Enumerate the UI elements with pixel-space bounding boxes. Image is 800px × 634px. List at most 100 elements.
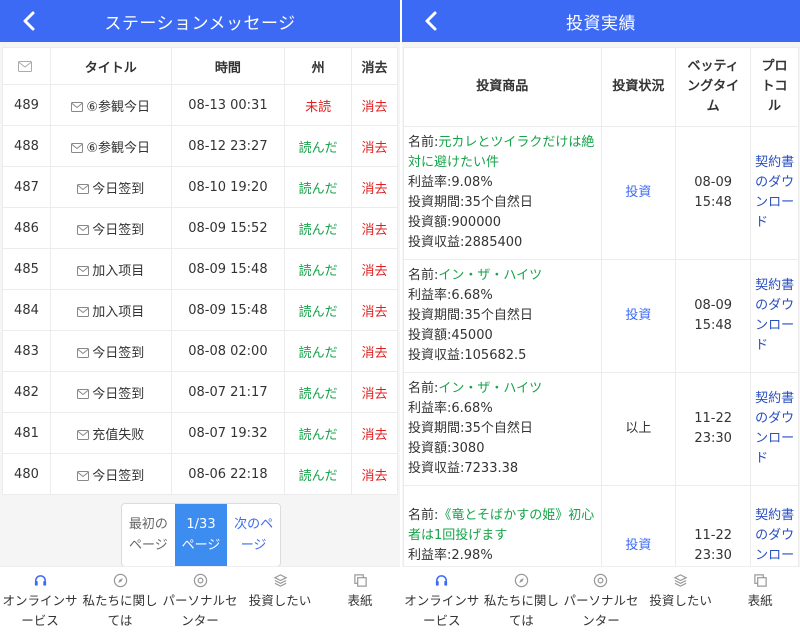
product-name: イン・ザ・ハイツ [438,268,543,283]
headset-icon [0,573,80,591]
tab-home[interactable]: 表紙 [720,567,800,634]
table-header: 投資商品 投資状況 ベッティングタイム プロトコル [403,47,799,127]
message-title-text: 今日签到 [92,222,145,238]
copy-icon [720,573,800,591]
tab-online-service[interactable]: オンラインサービス [0,567,80,634]
table-row[interactable]: 488 ⑥参観今日 08-12 23:27 読んだ 消去 [2,125,398,167]
investment-income: 投資収益:105682.5 [408,348,527,363]
tab-label: 投資したい [649,593,712,608]
compass-icon [80,573,160,591]
betting-date: 08-09 [694,175,733,190]
state-column-header: 投資状況 [600,47,677,127]
betting-clock: 15:48 [694,195,732,210]
status-badge: 読んだ [284,207,353,249]
profit-rate: 利益率:9.08% [408,175,493,190]
tab-invest[interactable]: 投資したい [641,567,721,634]
table-row[interactable]: 486 今日签到 08-09 15:52 読んだ 消去 [2,207,398,249]
tab-personal-center[interactable]: パーソナルセンター [561,567,641,634]
betting-clock: 23:30 [694,547,732,563]
message-table: タイトル 時間 州 消去 489 ⑥参観今日 08-13 00:31 未読 消去 488 ⑥… [2,47,398,495]
delete-button[interactable]: 消去 [351,84,398,126]
table-row[interactable]: 480 今日签到 08-06 22:18 読んだ 消去 [2,453,398,495]
message-id: 482 [2,371,51,413]
investment-income: 投資収益:7233.38 [408,461,519,476]
delete-button[interactable]: 消去 [351,166,398,208]
message-id: 481 [2,412,51,454]
tab-label: オンラインサービス [404,593,480,628]
product-info: 名前:イン・ザ・ハイツ 利益率:6.68% 投資期間:35个自然日 投資額:3080 投… [403,372,602,486]
tab-label: パーソナルセンター [563,593,639,628]
message-id: 484 [2,289,51,331]
product-name-label: 名前: [408,268,439,283]
status-badge: 読んだ [284,289,353,331]
message-time: 08-09 15:48 [170,248,286,290]
tab-personal-center[interactable]: パーソナルセンター [160,567,240,634]
page-title: ステーションメッセージ [104,13,296,34]
message-title[interactable]: 今日签到 [49,330,172,372]
message-title-text: ⑥参観今日 [86,99,151,115]
message-time: 08-06 22:18 [170,453,286,495]
delete-button[interactable]: 消去 [351,207,398,249]
product-name: イン・ザ・ハイツ [438,381,543,396]
investment-period: 投資期間:35个自然日 [408,195,533,210]
table-row[interactable]: 481 充值失败 08-07 19:32 読んだ 消去 [2,412,398,454]
delete-button[interactable]: 消去 [351,289,398,331]
title-column-header: タイトル [49,47,172,85]
mail-icon [77,471,90,481]
download-contract-link[interactable]: 契約書のダウンロード [750,126,799,260]
station-message-screen: ステーションメッセージ タイトル 時間 州 消去 489 ⑥参観今日 08-13 0… [0,0,400,634]
delete-button[interactable]: 消去 [351,330,398,372]
betting-time-column-header: ベッティングタイム [675,47,752,127]
table-row[interactable]: 482 今日签到 08-07 21:17 読んだ 消去 [2,371,398,413]
next-page-button[interactable]: 次のページ [227,504,280,566]
table-row[interactable]: 487 今日签到 08-10 19:20 読んだ 消去 [2,166,398,208]
table-row[interactable]: 484 加入项目 08-09 15:48 読んだ 消去 [2,289,398,331]
delete-button[interactable]: 消去 [351,248,398,290]
delete-button[interactable]: 消去 [351,371,398,413]
betting-date: 11-22 [694,527,733,543]
back-button[interactable] [18,9,42,33]
state-label[interactable]: 投資 [625,308,651,323]
tab-online-service[interactable]: オンラインサービス [402,567,482,634]
tab-home[interactable]: 表紙 [320,567,400,634]
state-label[interactable]: 投資 [625,185,651,200]
delete-button[interactable]: 消去 [351,453,398,495]
table-row[interactable]: 489 ⑥参観今日 08-13 00:31 未読 消去 [2,84,398,126]
download-contract-link[interactable]: 契約書のダウンロード [750,372,799,486]
download-contract-link[interactable]: 契約書のダウンロード [750,259,799,373]
message-title[interactable]: 今日签到 [49,453,172,495]
header: 投資実績 [402,0,800,42]
message-time: 08-13 00:31 [170,84,286,126]
back-button[interactable] [420,9,444,33]
table-row[interactable]: 483 今日签到 08-08 02:00 読んだ 消去 [2,330,398,372]
status-badge: 読んだ [284,125,353,167]
message-title[interactable]: 充值失败 [49,412,172,454]
mail-icon [77,184,90,194]
tab-invest[interactable]: 投資したい [240,567,320,634]
message-id: 489 [2,84,51,126]
message-title[interactable]: ⑥参観今日 [49,84,172,126]
status-badge: 未読 [284,84,353,126]
message-title[interactable]: 今日签到 [49,371,172,413]
delete-button[interactable]: 消去 [351,412,398,454]
product-name-label: 名前: [408,381,439,396]
tab-about-us[interactable]: 私たちに関しては [482,567,562,634]
tab-about-us[interactable]: 私たちに関しては [80,567,160,634]
message-title[interactable]: 加入项目 [49,289,172,331]
message-title[interactable]: ⑥参観今日 [49,125,172,167]
message-time: 08-09 15:48 [170,289,286,331]
table-row[interactable]: 485 加入项目 08-09 15:48 読んだ 消去 [2,248,398,290]
mail-icon [77,389,90,399]
investment-period: 投資期間:35个自然日 [408,421,533,436]
message-id: 483 [2,330,51,372]
message-title-text: 加入项目 [92,304,145,320]
message-title[interactable]: 今日签到 [49,207,172,249]
message-title[interactable]: 加入项目 [49,248,172,290]
message-title[interactable]: 今日签到 [49,166,172,208]
first-page-button[interactable]: 最初のページ [122,504,175,566]
delete-button[interactable]: 消去 [351,125,398,167]
state-label[interactable]: 投資 [625,538,651,553]
copy-icon [320,573,400,591]
pagination: 最初のページ 1/33 ページ 次のページ [121,503,281,567]
investment-amount: 投資額:3080 [408,441,485,456]
